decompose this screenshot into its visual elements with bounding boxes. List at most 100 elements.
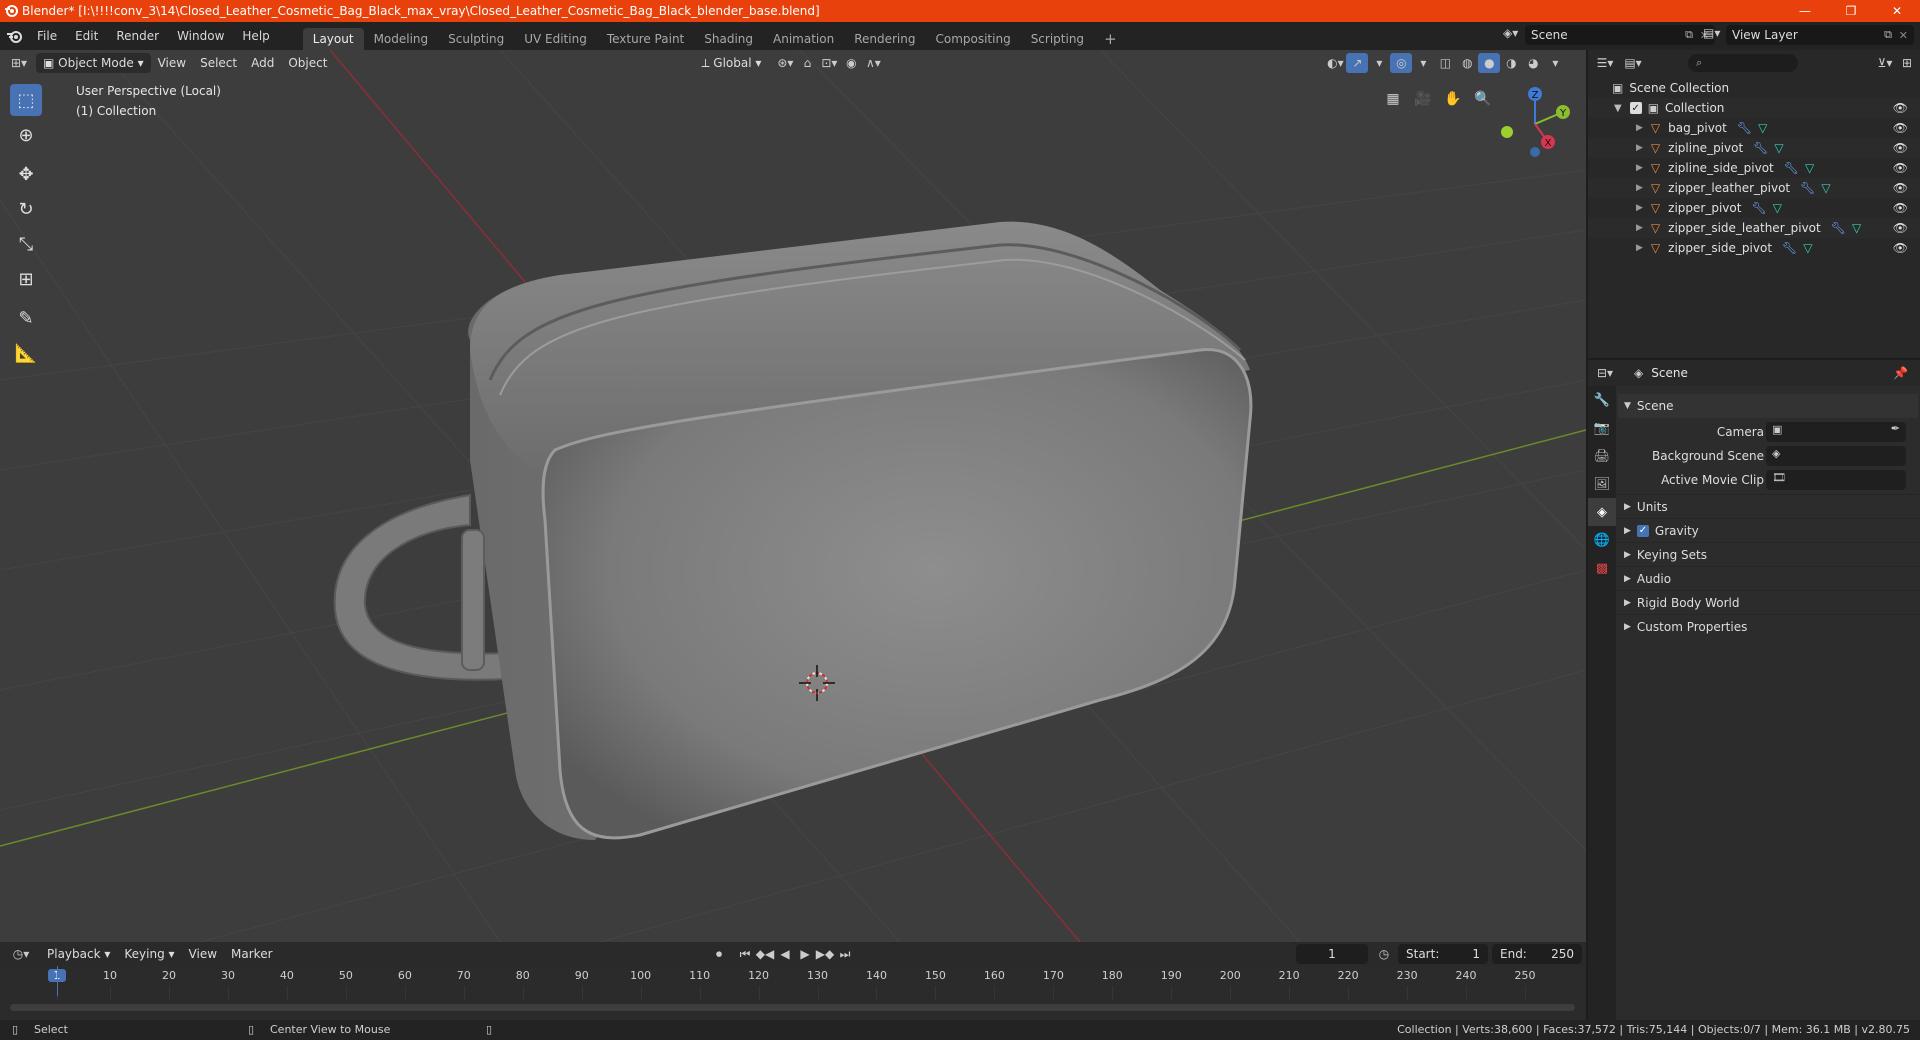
scene-panel-header[interactable]: ▼ Scene bbox=[1618, 394, 1918, 418]
rendered-shading-icon[interactable]: ◕ bbox=[1522, 53, 1544, 73]
mesh-data-icon[interactable]: ▽ bbox=[1821, 181, 1830, 195]
start-frame-field[interactable]: Start: 1 bbox=[1398, 944, 1488, 964]
mesh-data-icon[interactable]: ▽ bbox=[1774, 141, 1783, 155]
visibility-icon[interactable]: ◐▾ bbox=[1324, 53, 1346, 73]
material-shading-icon[interactable]: ◑ bbox=[1500, 53, 1522, 73]
view-layer-tab-icon[interactable]: 🖼 bbox=[1588, 470, 1616, 498]
snap-icon[interactable]: ⌂ bbox=[796, 53, 818, 73]
xray-icon[interactable]: ◫ bbox=[1434, 53, 1456, 73]
scale-tool-icon[interactable]: ⤡ bbox=[10, 228, 42, 260]
jump-end-icon[interactable]: ⏭ bbox=[834, 944, 856, 964]
outliner-panel[interactable]: ☰▾ ▤▾ ⌕ ⊻▾ ⊞ ▣ Scene Collection ▼ ✓ ▣ Co… bbox=[1588, 50, 1920, 358]
orientation-dropdown[interactable]: ⟂ Global ▾ bbox=[694, 53, 768, 73]
menu-window[interactable]: Window bbox=[168, 22, 233, 50]
move-tool-icon[interactable]: ✥ bbox=[10, 158, 42, 190]
shading-dropdown-icon[interactable]: ▾ bbox=[1544, 53, 1566, 73]
pivot-icon[interactable]: ⊛▾ bbox=[774, 53, 796, 73]
current-frame-field[interactable]: 1 bbox=[1296, 944, 1368, 964]
pan-hand-icon[interactable]: ✋ bbox=[1440, 86, 1466, 112]
expand-collection-icon[interactable]: ▼ bbox=[1614, 103, 1622, 114]
timeline-editor-type-icon[interactable]: ◷▾ bbox=[10, 944, 32, 964]
record-icon[interactable]: ⏺ bbox=[708, 944, 730, 964]
modifier-wrench-icon[interactable]: 🔧︎ bbox=[1751, 201, 1766, 215]
playhead[interactable] bbox=[57, 966, 58, 996]
outliner-object-row[interactable]: ▶ ▽ bag_pivot 🔧︎ ▽ 👁 bbox=[1588, 118, 1920, 138]
outliner-editor-type-icon[interactable]: ☰▾ bbox=[1594, 53, 1616, 73]
navigation-gizmo[interactable]: Z Y X bbox=[1495, 84, 1575, 164]
expand-object-icon[interactable]: ▶ bbox=[1636, 163, 1643, 173]
prev-keyframe-icon[interactable]: ◆◀ bbox=[754, 944, 776, 964]
menu-help[interactable]: Help bbox=[233, 22, 278, 50]
remove-layer-icon[interactable]: ✕ bbox=[1899, 29, 1908, 42]
end-frame-field[interactable]: End: 250 bbox=[1492, 944, 1582, 964]
collection-row[interactable]: ▼ ✓ ▣ Collection 👁 bbox=[1588, 98, 1920, 118]
menu-object[interactable]: Object bbox=[281, 53, 334, 73]
measure-tool-icon[interactable]: 📐 bbox=[10, 337, 42, 369]
section-expand-icon[interactable]: ▶ bbox=[1624, 550, 1631, 560]
transform-tool-icon[interactable]: ⊞ bbox=[10, 263, 42, 295]
camera-field[interactable]: ▣ ✒ bbox=[1766, 422, 1906, 442]
next-keyframe-icon[interactable]: ▶◆ bbox=[814, 944, 836, 964]
output-tab-icon[interactable]: 🖨 bbox=[1588, 442, 1616, 470]
maximize-button[interactable]: ❐ bbox=[1828, 0, 1874, 22]
menu-select[interactable]: Select bbox=[193, 53, 244, 73]
expand-object-icon[interactable]: ▶ bbox=[1636, 243, 1643, 253]
copy-icon[interactable]: ⧉ bbox=[1685, 28, 1693, 42]
active-movie-clip-field[interactable]: 🎞 bbox=[1766, 470, 1906, 490]
new-collection-icon[interactable]: ⊞ bbox=[1896, 53, 1918, 73]
visibility-eye-icon[interactable]: 👁 bbox=[1893, 141, 1908, 155]
property-section-keying-sets[interactable]: ▶ Keying Sets bbox=[1618, 542, 1918, 566]
visibility-eye-icon[interactable]: 👁 bbox=[1893, 121, 1908, 135]
tab-compositing[interactable]: Compositing bbox=[925, 28, 1020, 50]
tab-shading[interactable]: Shading bbox=[694, 28, 763, 50]
3d-viewport[interactable]: ⊞▾ ▣ Object Mode ▾ View Select Add Objec… bbox=[0, 50, 1586, 942]
expand-object-icon[interactable]: ▶ bbox=[1636, 223, 1643, 233]
gravity-checkbox[interactable]: ✓ bbox=[1636, 524, 1649, 537]
collection-checkbox[interactable]: ✓ bbox=[1629, 102, 1642, 114]
clock-icon[interactable]: ◷ bbox=[1373, 944, 1395, 964]
timeline-ruler[interactable]: 1102030405060708090100110120130140150160… bbox=[0, 966, 1586, 1020]
editor-type-icon[interactable]: ⊞▾ bbox=[8, 53, 30, 73]
scene-tab-icon[interactable]: ◈ bbox=[1588, 498, 1616, 526]
tool-tab-icon[interactable]: 🔧 bbox=[1588, 386, 1616, 414]
property-section-audio[interactable]: ▶ Audio bbox=[1618, 566, 1918, 590]
background-scene-field[interactable]: ◈ bbox=[1766, 446, 1906, 466]
proportional-edit-icon[interactable]: ◉ bbox=[840, 53, 862, 73]
minimize-button[interactable]: — bbox=[1782, 0, 1828, 22]
section-expand-icon[interactable]: ▶ bbox=[1624, 622, 1631, 632]
blender-menu-icon[interactable] bbox=[0, 29, 28, 43]
modifier-wrench-icon[interactable]: 🔧︎ bbox=[1737, 121, 1752, 135]
properties-editor-type-icon[interactable]: ⊟▾ bbox=[1594, 363, 1616, 383]
section-expand-icon[interactable]: ▶ bbox=[1624, 574, 1631, 584]
outliner-object-row[interactable]: ▶ ▽ zipper_side_pivot 🔧︎ ▽ 👁 bbox=[1588, 238, 1920, 258]
property-section-custom-properties[interactable]: ▶ Custom Properties bbox=[1618, 614, 1918, 638]
modifier-wrench-icon[interactable]: 🔧︎ bbox=[1782, 241, 1797, 255]
display-mode-icon[interactable]: ▤▾ bbox=[1622, 53, 1644, 73]
zoom-icon[interactable]: 🔍 bbox=[1470, 86, 1496, 112]
viewport-scene[interactable] bbox=[0, 50, 1586, 942]
outliner-object-row[interactable]: ▶ ▽ zipper_leather_pivot 🔧︎ ▽ 👁 bbox=[1588, 178, 1920, 198]
modifier-wrench-icon[interactable]: 🔧︎ bbox=[1784, 161, 1799, 175]
view-layer-type-icon[interactable]: ▤▾ bbox=[1703, 26, 1723, 44]
section-expand-icon[interactable]: ▶ bbox=[1624, 526, 1631, 536]
section-expand-icon[interactable]: ▶ bbox=[1624, 502, 1631, 512]
falloff-icon[interactable]: ∧▾ bbox=[862, 53, 884, 73]
add-workspace-icon[interactable]: + bbox=[1094, 28, 1127, 50]
mesh-data-icon[interactable]: ▽ bbox=[1758, 121, 1767, 135]
wireframe-shading-icon[interactable]: ◍ bbox=[1456, 53, 1478, 73]
mesh-data-icon[interactable]: ▽ bbox=[1852, 221, 1861, 235]
tab-modeling[interactable]: Modeling bbox=[364, 28, 439, 50]
expand-object-icon[interactable]: ▶ bbox=[1636, 123, 1643, 133]
mesh-data-icon[interactable]: ▽ bbox=[1803, 241, 1812, 255]
jump-start-icon[interactable]: ⏮ bbox=[734, 944, 756, 964]
tab-animation[interactable]: Animation bbox=[763, 28, 844, 50]
menu-edit[interactable]: Edit bbox=[66, 22, 107, 50]
solid-shading-icon[interactable]: ● bbox=[1478, 53, 1501, 73]
expand-object-icon[interactable]: ▶ bbox=[1636, 183, 1643, 193]
overlay-dropdown-icon[interactable]: ▾ bbox=[1412, 53, 1434, 73]
scene-type-icon[interactable]: ◈▾ bbox=[1503, 26, 1523, 44]
tab-layout[interactable]: Layout bbox=[302, 28, 364, 50]
tab-sculpting[interactable]: Sculpting bbox=[438, 28, 514, 50]
menu-render[interactable]: Render bbox=[107, 22, 168, 50]
timeline-editor[interactable]: ◷▾ Playback ▾ Keying ▾ View Marker ⏺ ⏮ ◆… bbox=[0, 942, 1586, 1020]
